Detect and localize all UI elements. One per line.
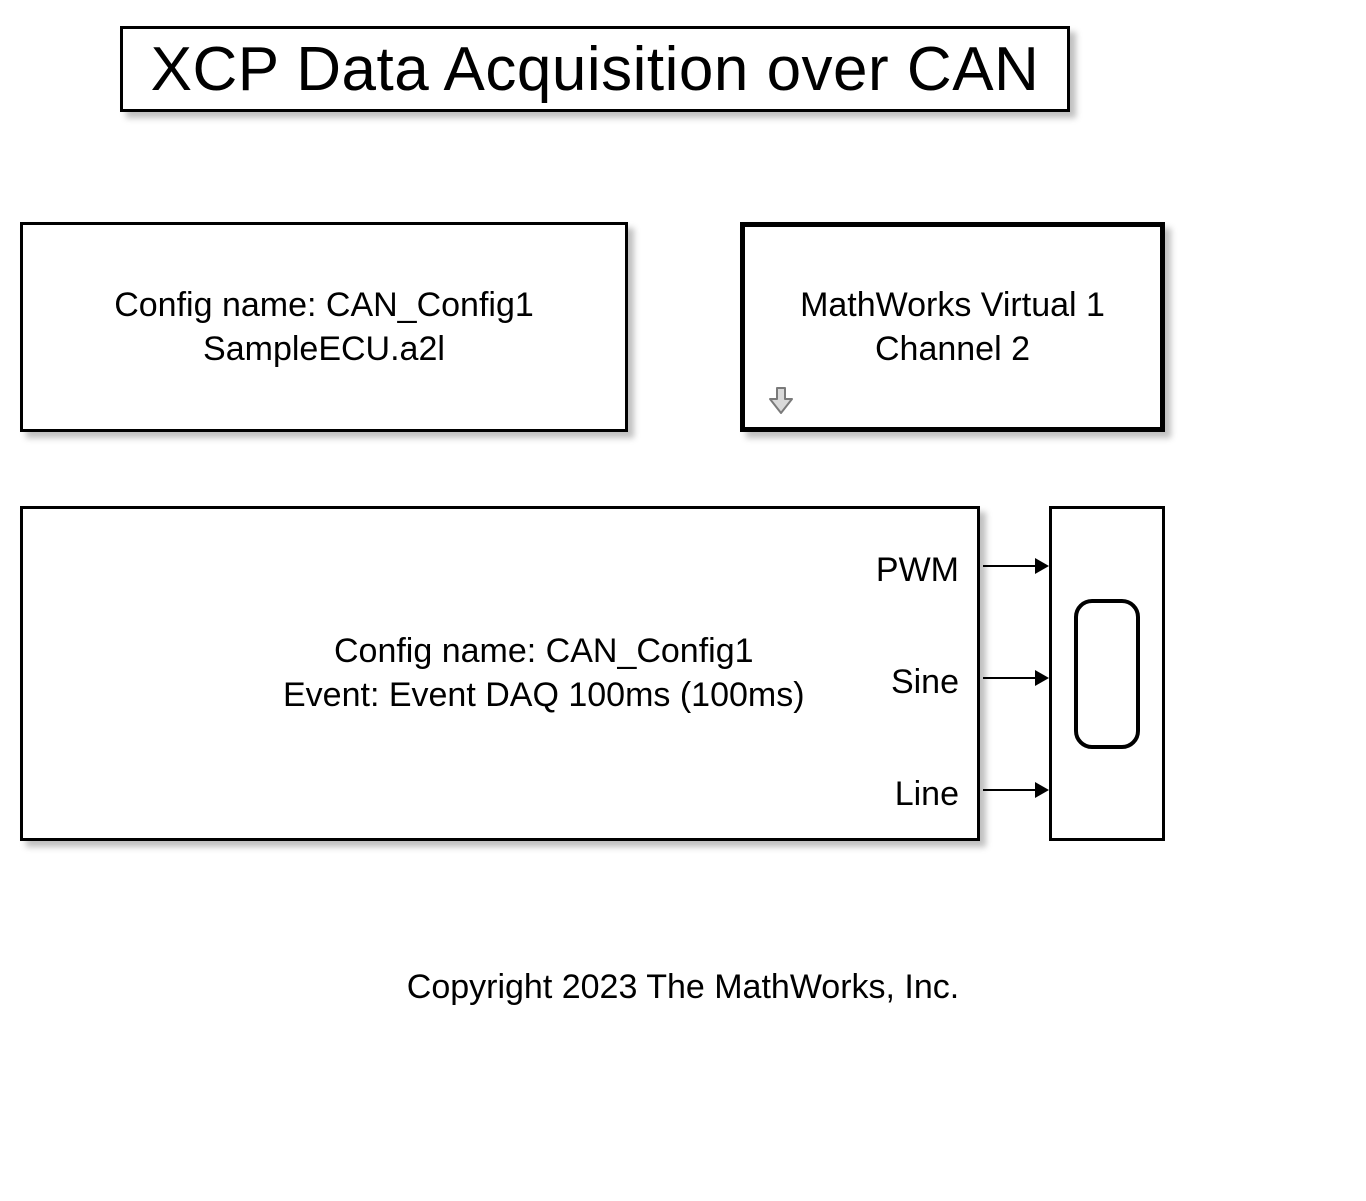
xcp-daq-block[interactable]: Config name: CAN_Config1 Event: Event DA…	[20, 506, 980, 841]
output-port-pwm: PWM	[876, 551, 959, 590]
can-channel-number: Channel 2	[875, 327, 1030, 371]
download-arrow-icon	[765, 385, 797, 417]
output-port-line: Line	[895, 775, 959, 814]
scope-block[interactable]	[1049, 506, 1165, 841]
signal-wire-line	[983, 789, 1047, 791]
xcp-daq-text: Config name: CAN_Config1 Event: Event DA…	[283, 629, 805, 717]
model-title-box: XCP Data Acquisition over CAN	[120, 26, 1070, 112]
can-channel-device: MathWorks Virtual 1	[800, 283, 1105, 327]
simulink-canvas: XCP Data Acquisition over CAN Config nam…	[0, 0, 1366, 1201]
xcp-daq-config: Config name: CAN_Config1	[283, 629, 805, 673]
model-title: XCP Data Acquisition over CAN	[151, 34, 1040, 105]
xcp-daq-event: Event: Event DAQ 100ms (100ms)	[283, 673, 805, 717]
xcp-config-block[interactable]: Config name: CAN_Config1 SampleECU.a2l	[20, 222, 628, 432]
xcp-config-a2l: SampleECU.a2l	[203, 327, 445, 371]
scope-screen-icon	[1074, 599, 1140, 749]
can-channel-block[interactable]: MathWorks Virtual 1 Channel 2	[740, 222, 1165, 432]
xcp-config-name: Config name: CAN_Config1	[114, 283, 534, 327]
copyright-text: Copyright 2023 The MathWorks, Inc.	[0, 968, 1366, 1007]
signal-wire-sine	[983, 677, 1047, 679]
output-port-sine: Sine	[891, 663, 959, 702]
signal-wire-pwm	[983, 565, 1047, 567]
